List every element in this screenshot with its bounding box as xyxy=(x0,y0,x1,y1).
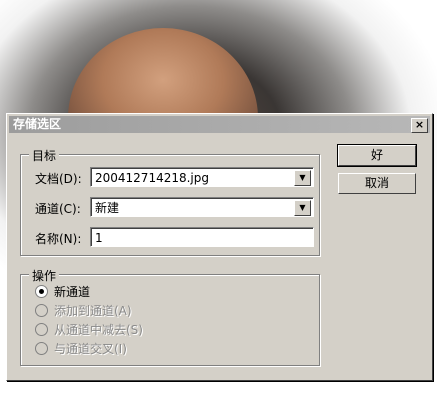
document-label: 文档(D): xyxy=(35,172,82,186)
document-value: 200412714218.jpg xyxy=(95,171,209,185)
cancel-button[interactable]: 取消 xyxy=(338,173,416,194)
channel-select[interactable]: 新建 ▼ xyxy=(90,197,314,217)
operation-legend: 操作 xyxy=(29,267,60,284)
name-value: 1 xyxy=(95,231,103,245)
radio-label: 添加到通道(A) xyxy=(54,304,132,318)
ok-button[interactable]: 好 xyxy=(337,144,417,167)
radio-label: 从通道中减去(S) xyxy=(54,323,143,337)
channel-value: 新建 xyxy=(95,201,120,215)
dialog-title: 存储选区 xyxy=(13,117,62,131)
name-label: 名称(N): xyxy=(35,232,82,246)
radio-new-channel[interactable]: 新通道 xyxy=(35,284,90,300)
radio-add-to-channel[interactable]: 添加到通道(A) xyxy=(35,303,132,319)
radio-icon[interactable] xyxy=(35,342,48,355)
document-select[interactable]: 200412714218.jpg ▼ xyxy=(90,167,314,187)
save-selection-dialog: 存储选区 × 目标 文档(D): 200412714218.jpg ▼ 通道(C… xyxy=(6,113,433,381)
target-legend: 目标 xyxy=(29,147,60,164)
radio-intersect-channel[interactable]: 与通道交叉(I) xyxy=(35,341,127,357)
chevron-down-icon[interactable]: ▼ xyxy=(294,200,311,216)
name-input[interactable]: 1 xyxy=(90,227,314,247)
radio-selected-icon[interactable] xyxy=(35,285,48,298)
channel-label: 通道(C): xyxy=(35,202,81,216)
radio-label: 新通道 xyxy=(54,285,91,299)
radio-icon[interactable] xyxy=(35,304,48,317)
radio-icon[interactable] xyxy=(35,323,48,336)
dialog-titlebar[interactable]: 存储选区 × xyxy=(9,116,430,133)
target-group: 目标 文档(D): 200412714218.jpg ▼ 通道(C): 新建 ▼… xyxy=(20,147,320,256)
close-button[interactable]: × xyxy=(411,118,428,133)
radio-subtract-from-channel[interactable]: 从通道中减去(S) xyxy=(35,322,143,338)
chevron-down-icon[interactable]: ▼ xyxy=(294,170,311,186)
radio-label: 与通道交叉(I) xyxy=(54,342,127,356)
